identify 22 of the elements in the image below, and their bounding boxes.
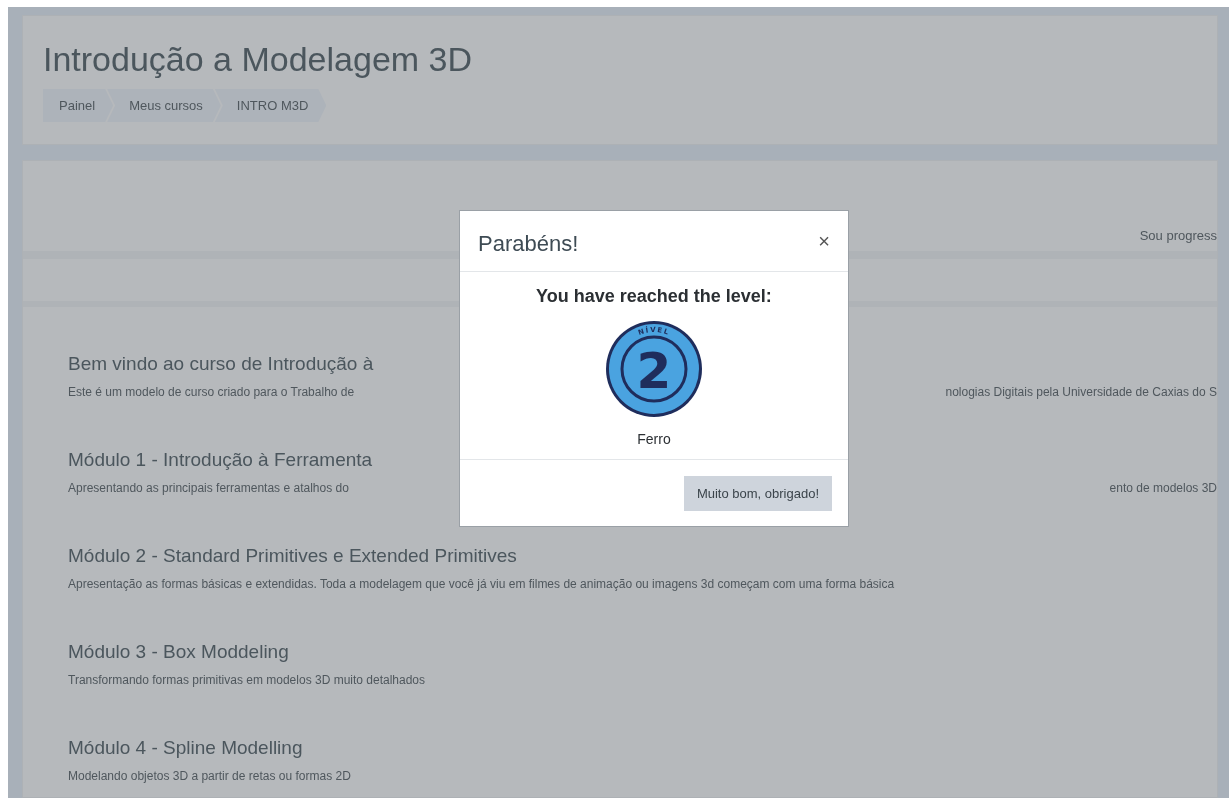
section-description: Modelando objetos 3D a partir de retas ou formas 2D [68, 769, 352, 783]
section-description: Apresentando as principais ferramentas e atalhos do [68, 481, 350, 495]
course-title: Introdução a Modelagem 3D [43, 40, 473, 79]
progress-label: Sou progress [1139, 228, 1217, 243]
close-button[interactable]: × [814, 231, 834, 251]
section-description: nologias Digitais pela Universidade de Caxias do S [945, 385, 1217, 399]
breadcrumb-item[interactable]: Painel [43, 89, 114, 122]
breadcrumb-item[interactable]: INTRO M3D [214, 89, 327, 122]
section-title: Bem vindo ao curso de Introdução à [68, 353, 374, 375]
dialog-heading: You have reached the level: [536, 286, 772, 307]
section-title: Módulo 3 - Box Moddeling [68, 641, 289, 663]
level-name: Ferro [637, 431, 671, 447]
confirm-button[interactable]: Muito bom, obrigado! [683, 476, 832, 511]
section-description: Apresentação as formas básicas e extendidas. Toda a modelagem que você já viu em filmes de animação ou imagens 3d começam com uma forma básica [68, 577, 896, 591]
section-description: Transformando formas primitivas em modelos 3D muito detalhados [68, 673, 427, 687]
section-description: Este é um modelo de curso criado para o Trabalho de [68, 385, 356, 399]
section-title: Módulo 2 - Standard Primitives e Extended Primitives [68, 545, 517, 567]
section-description: ento de modelos 3D [1109, 481, 1217, 495]
section-title: Módulo 4 - Spline Modelling [68, 737, 303, 759]
dialog-title: Parabéns! [478, 231, 579, 257]
breadcrumb-item[interactable]: Meus cursos [107, 89, 221, 122]
section-title: Módulo 1 - Introdução à Ferramenta [68, 449, 373, 471]
